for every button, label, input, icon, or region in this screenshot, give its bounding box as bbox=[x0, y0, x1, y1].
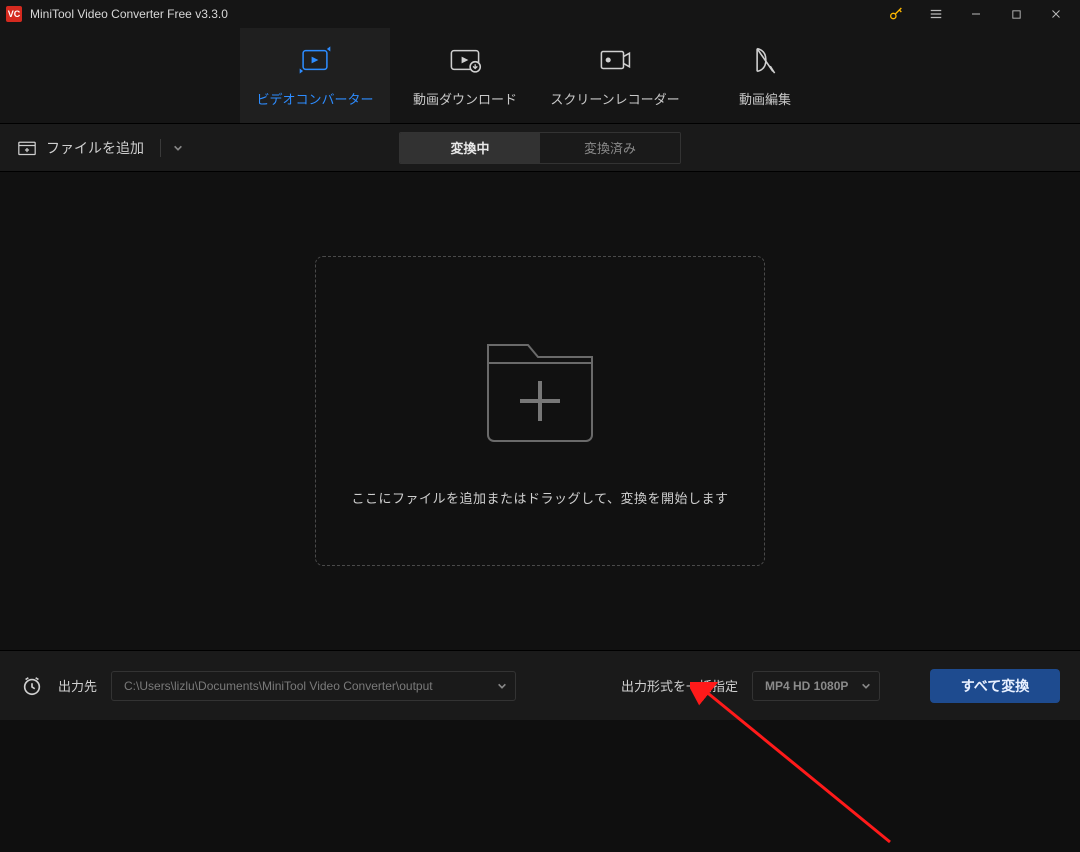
tab-video-download[interactable]: 動画ダウンロード bbox=[390, 28, 540, 123]
add-file-icon bbox=[18, 140, 36, 156]
edit-icon bbox=[751, 43, 779, 77]
tab-screen-recorder[interactable]: スクリーンレコーダー bbox=[540, 28, 690, 123]
tab-label: スクリーンレコーダー bbox=[550, 89, 679, 108]
chevron-down-icon bbox=[497, 681, 507, 691]
output-path-select[interactable]: C:\Users\lizlu\Documents\MiniTool Video … bbox=[111, 671, 516, 701]
menu-button[interactable] bbox=[916, 0, 956, 28]
output-path-value: C:\Users\lizlu\Documents\MiniTool Video … bbox=[124, 679, 433, 693]
toolbar: ファイルを追加 変換中 変換済み bbox=[0, 124, 1080, 172]
download-icon bbox=[448, 43, 482, 77]
convert-all-button[interactable]: すべて変換 bbox=[930, 669, 1060, 703]
dropzone-text: ここにファイルを追加またはドラッグして、変換を開始します bbox=[352, 488, 729, 507]
output-format-select[interactable]: MP4 HD 1080P bbox=[752, 671, 880, 701]
add-file-button[interactable]: ファイルを追加 bbox=[0, 124, 197, 171]
tab-label: 動画ダウンロード bbox=[413, 89, 517, 108]
output-format-value: MP4 HD 1080P bbox=[765, 679, 848, 693]
segment-converted[interactable]: 変換済み bbox=[540, 133, 680, 163]
main-nav: ビデオコンバーター 動画ダウンロード スクリーンレコーダー 動画編集 bbox=[0, 28, 1080, 124]
footer: 出力先 C:\Users\lizlu\Documents\MiniTool Vi… bbox=[0, 650, 1080, 720]
close-button[interactable] bbox=[1036, 0, 1076, 28]
schedule-button[interactable] bbox=[20, 674, 44, 698]
converter-icon bbox=[298, 43, 332, 77]
minimize-button[interactable] bbox=[956, 0, 996, 28]
recorder-icon bbox=[598, 43, 632, 77]
app-logo-icon: VC bbox=[6, 6, 22, 22]
chevron-down-icon bbox=[173, 143, 183, 153]
tab-video-converter[interactable]: ビデオコンバーター bbox=[240, 28, 390, 123]
titlebar: VC MiniTool Video Converter Free v3.3.0 bbox=[0, 0, 1080, 28]
tab-label: 動画編集 bbox=[739, 89, 791, 108]
app-title: MiniTool Video Converter Free v3.3.0 bbox=[30, 7, 228, 21]
status-segments: 変換中 変換済み bbox=[399, 132, 681, 164]
maximize-button[interactable] bbox=[996, 0, 1036, 28]
output-format-label: 出力形式を一括指定 bbox=[621, 676, 738, 695]
dropzone[interactable]: ここにファイルを追加またはドラッグして、変換を開始します bbox=[315, 256, 765, 566]
segment-converting[interactable]: 変換中 bbox=[400, 133, 540, 163]
add-file-label: ファイルを追加 bbox=[46, 138, 144, 158]
folder-plus-icon bbox=[470, 315, 610, 460]
chevron-down-icon bbox=[861, 681, 871, 691]
upgrade-key-button[interactable] bbox=[876, 0, 916, 28]
main-body: ここにファイルを追加またはドラッグして、変換を開始します bbox=[0, 172, 1080, 650]
tab-video-edit[interactable]: 動画編集 bbox=[690, 28, 840, 123]
tab-label: ビデオコンバーター bbox=[256, 89, 373, 108]
output-to-label: 出力先 bbox=[58, 676, 97, 695]
